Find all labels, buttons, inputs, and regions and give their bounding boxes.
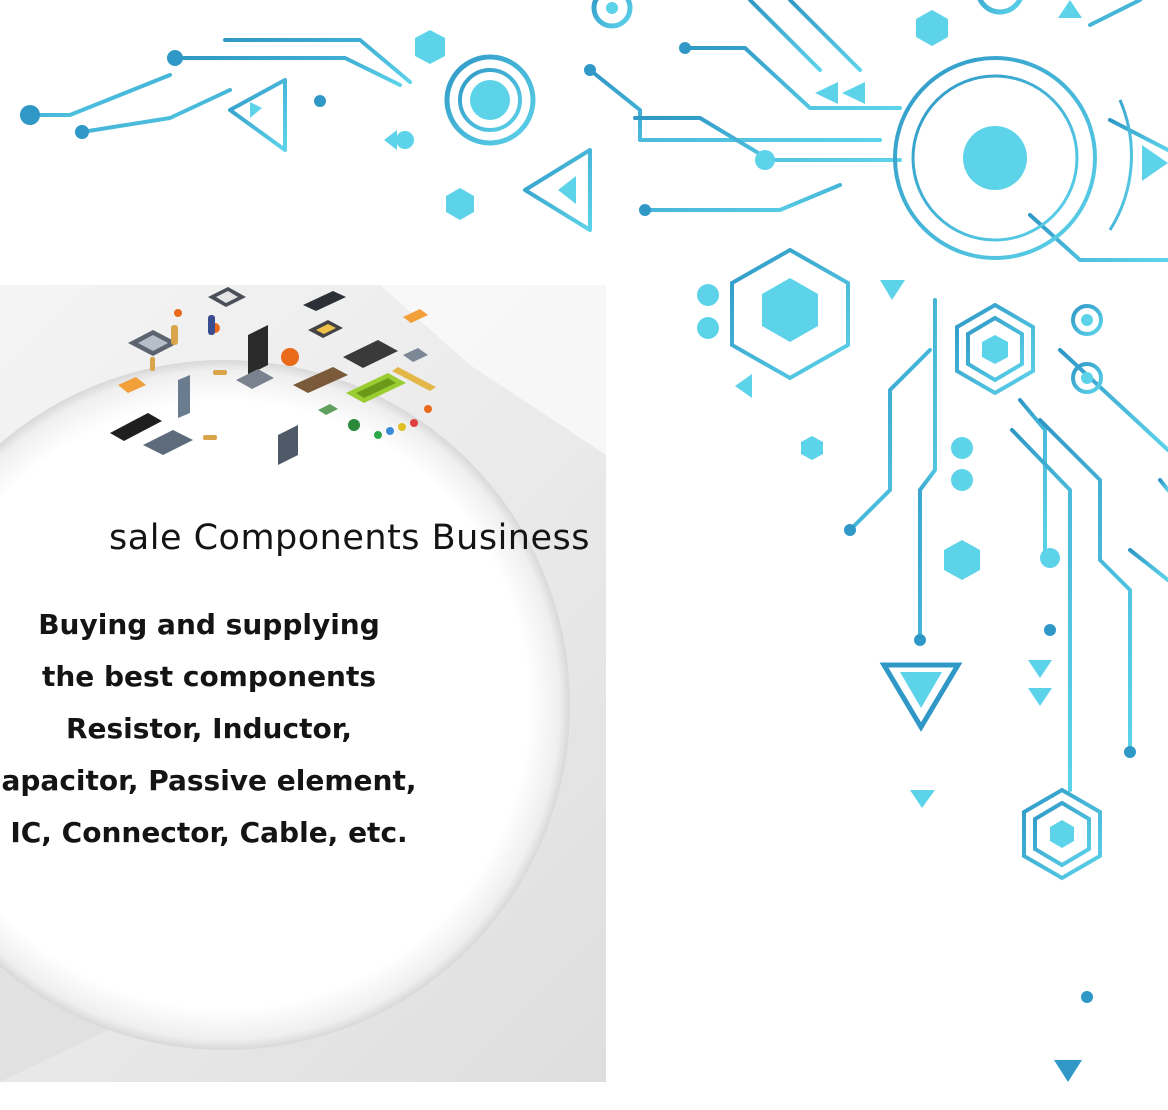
card-description: Buying and supplying the best components… [0,599,424,859]
description-line: IC, Connector, Cable, etc. [10,816,408,849]
electronic-components-illustration [110,287,436,465]
description-line: Buying and supplying [38,608,380,641]
card-title: sale Components Business [109,518,590,558]
description-line: Resistor, Inductor, [65,712,353,745]
description-line: the best components [41,660,377,693]
description-line: apacitor, Passive element, [1,764,417,797]
promo-card: sale Components Business Buying and supp… [0,285,606,1082]
